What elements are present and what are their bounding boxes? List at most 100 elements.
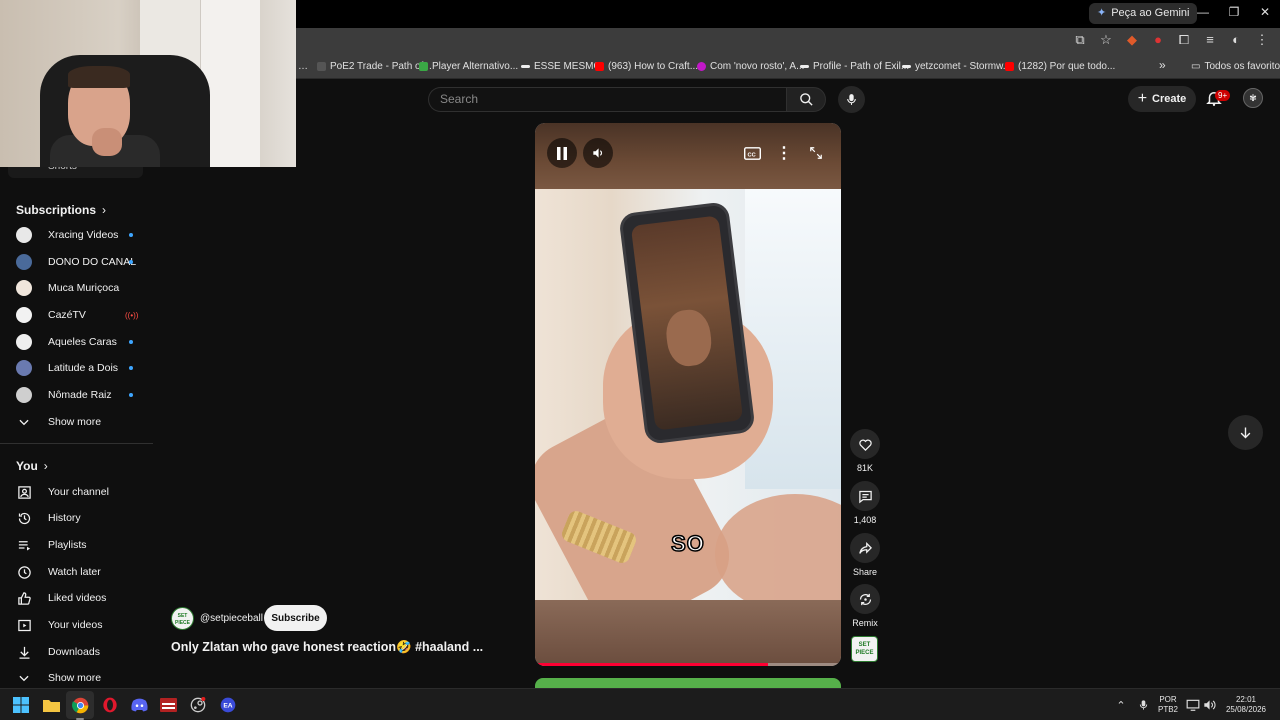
- bookmark-profile-poe[interactable]: Profile - Path of Exil...: [800, 61, 909, 72]
- new-content-dot: [129, 366, 133, 370]
- chevron-down-icon: [16, 414, 32, 430]
- channel-avatar: [16, 227, 32, 243]
- bookmark-poe2-trade[interactable]: PoE2 Trade - Path of...: [317, 61, 432, 72]
- short-title[interactable]: Only Zlatan who gave honest reaction🤣 #h…: [171, 640, 483, 655]
- share-icon: [858, 541, 872, 554]
- tray-overflow-icon[interactable]: ⌃: [1112, 696, 1130, 714]
- share-action[interactable]: Share: [849, 533, 881, 577]
- bookmark-yetzcomet[interactable]: yetzcomet - Stormw...: [902, 61, 1011, 72]
- file-explorer-icon[interactable]: [42, 696, 60, 714]
- sidebar-item-liked-videos[interactable]: Liked videos: [0, 585, 153, 611]
- sidebar-sub-dono-do-canal[interactable]: DONO DO CANAL: [0, 249, 153, 275]
- remix-label: Remix: [852, 618, 878, 628]
- bookmark-novo-rosto[interactable]: Com 'novo rosto', A...: [697, 61, 804, 72]
- extensions-puzzle-icon[interactable]: ⧠: [1176, 32, 1192, 48]
- remix-button[interactable]: [850, 584, 880, 614]
- channel-logo-thumbnail[interactable]: SET PIECE: [851, 636, 878, 662]
- sidebar-sub-xracing[interactable]: Xracing Videos: [0, 222, 153, 248]
- progress-bar[interactable]: [535, 663, 841, 666]
- like-button[interactable]: [850, 429, 880, 459]
- profile-icon[interactable]: ◐: [1228, 32, 1244, 48]
- sidebar-item-your-videos[interactable]: Your videos: [0, 612, 153, 638]
- gemini-button[interactable]: ✦ Peça ao Gemini: [1089, 3, 1198, 24]
- bookmark-por-que-todo[interactable]: (1282) Por que todo...: [1005, 61, 1115, 72]
- thumbs-up-icon: [16, 590, 32, 606]
- bookmark-star-icon[interactable]: ☆: [1098, 32, 1114, 48]
- search-button[interactable]: [786, 87, 826, 112]
- fullscreen-button[interactable]: [803, 140, 829, 166]
- volume-button[interactable]: [583, 138, 613, 168]
- extension-fox-icon[interactable]: ◆: [1124, 32, 1140, 48]
- chevron-right-icon: ›: [102, 203, 107, 217]
- chrome-icon[interactable]: [71, 696, 89, 714]
- channel-handle[interactable]: @setpieceball: [200, 613, 263, 624]
- search-input[interactable]: Search: [428, 87, 786, 112]
- comments-button[interactable]: [850, 481, 880, 511]
- bookmarks-overflow-icon[interactable]: »: [1159, 58, 1166, 72]
- channel-avatar: [16, 387, 32, 403]
- sidebar-sub-aqueles-caras[interactable]: Aqueles Caras: [0, 329, 153, 355]
- pause-icon: [557, 146, 567, 160]
- channel-avatar[interactable]: SET PIECE: [171, 607, 194, 630]
- pause-button[interactable]: [547, 138, 577, 168]
- sidebar-item-playlists[interactable]: Playlists: [0, 532, 153, 558]
- like-action[interactable]: 81K: [849, 429, 881, 473]
- account-avatar[interactable]: ✾: [1243, 88, 1263, 108]
- close-icon[interactable]: ✕: [1250, 5, 1280, 19]
- sidebar-item-history[interactable]: History: [0, 505, 153, 531]
- channel-avatar: [16, 360, 32, 376]
- bookmark-esse-mesmo[interactable]: ESSE MESMO: [521, 61, 601, 72]
- video-caption: SO: [670, 530, 705, 557]
- new-content-dot: [129, 260, 133, 264]
- install-app-icon[interactable]: ⧉: [1072, 32, 1088, 48]
- game-launcher-icon[interactable]: [159, 696, 177, 714]
- youtube-favicon-icon: [1005, 62, 1014, 71]
- subscriptions-heading[interactable]: Subscriptions ›: [16, 203, 106, 217]
- sidebar-sub-cazetv[interactable]: CazéTV ((•)): [0, 302, 153, 328]
- sidebar-sub-latitude-a-dois[interactable]: Latitude a Dois: [0, 355, 153, 381]
- live-icon: ((•)): [125, 310, 139, 320]
- discord-icon[interactable]: [130, 696, 148, 714]
- windows-start-icon[interactable]: [12, 696, 30, 714]
- sidebar-divider: [0, 443, 153, 444]
- browser-menu-icon[interactable]: ⋮: [1254, 32, 1270, 48]
- share-button[interactable]: [850, 533, 880, 563]
- short-video-player[interactable]: CC ⋮ SO: [535, 123, 841, 666]
- sidebar-show-more-subscriptions[interactable]: Show more: [0, 409, 153, 435]
- keyboard-language[interactable]: POR PTB2: [1156, 695, 1180, 715]
- channel-avatar: [16, 334, 32, 350]
- tray-mic-icon[interactable]: [1134, 696, 1152, 714]
- steam-icon[interactable]: [189, 696, 207, 714]
- bookmark-how-to-craft[interactable]: (963) How to Craft...: [595, 61, 698, 72]
- sidebar-sub-nomade-raiz[interactable]: Nômade Raiz: [0, 382, 153, 408]
- extension-badge-icon[interactable]: ●: [1150, 32, 1166, 48]
- minimize-icon[interactable]: —: [1188, 5, 1218, 19]
- voice-search-button[interactable]: [838, 86, 865, 113]
- create-button[interactable]: + Create: [1128, 86, 1196, 112]
- sidebar-item-watch-later[interactable]: Watch later: [0, 559, 153, 585]
- remix-action[interactable]: Remix: [849, 584, 881, 628]
- sidebar-item-your-channel[interactable]: Your channel: [0, 479, 153, 505]
- comments-action[interactable]: 1,408: [849, 481, 881, 525]
- new-content-dot: [129, 393, 133, 397]
- clock-icon: [16, 564, 32, 580]
- more-options-icon[interactable]: ⋮: [771, 140, 797, 166]
- person-box-icon: [16, 484, 32, 500]
- captions-button[interactable]: CC: [739, 140, 765, 166]
- subscribe-button[interactable]: Subscribe: [264, 605, 327, 631]
- bookmark-truncated[interactable]: …: [298, 61, 308, 72]
- clock[interactable]: 22:01 25/08/2026: [1222, 695, 1270, 715]
- volume-tray-icon[interactable]: [1200, 696, 1218, 714]
- you-heading[interactable]: You ›: [16, 459, 48, 473]
- ea-app-icon[interactable]: EA: [219, 696, 237, 714]
- sidebar-sub-muca-muricoca[interactable]: Muca Muriçoca: [0, 275, 153, 301]
- windows-taskbar: EA ⌃ POR PTB2 22:01 25/08/2026: [0, 688, 1280, 720]
- restore-icon[interactable]: ❐: [1219, 5, 1249, 19]
- player-bottom-frame: [535, 600, 841, 666]
- next-short-button[interactable]: [1228, 415, 1263, 450]
- all-favorites-folder[interactable]: ▭ Todos os favoritos: [1191, 61, 1280, 72]
- sidebar-item-downloads[interactable]: Downloads: [0, 639, 153, 665]
- media-control-icon[interactable]: ≡: [1202, 32, 1218, 48]
- opera-icon[interactable]: [101, 696, 119, 714]
- bookmark-player-alternativo[interactable]: Player Alternativo...: [419, 61, 518, 72]
